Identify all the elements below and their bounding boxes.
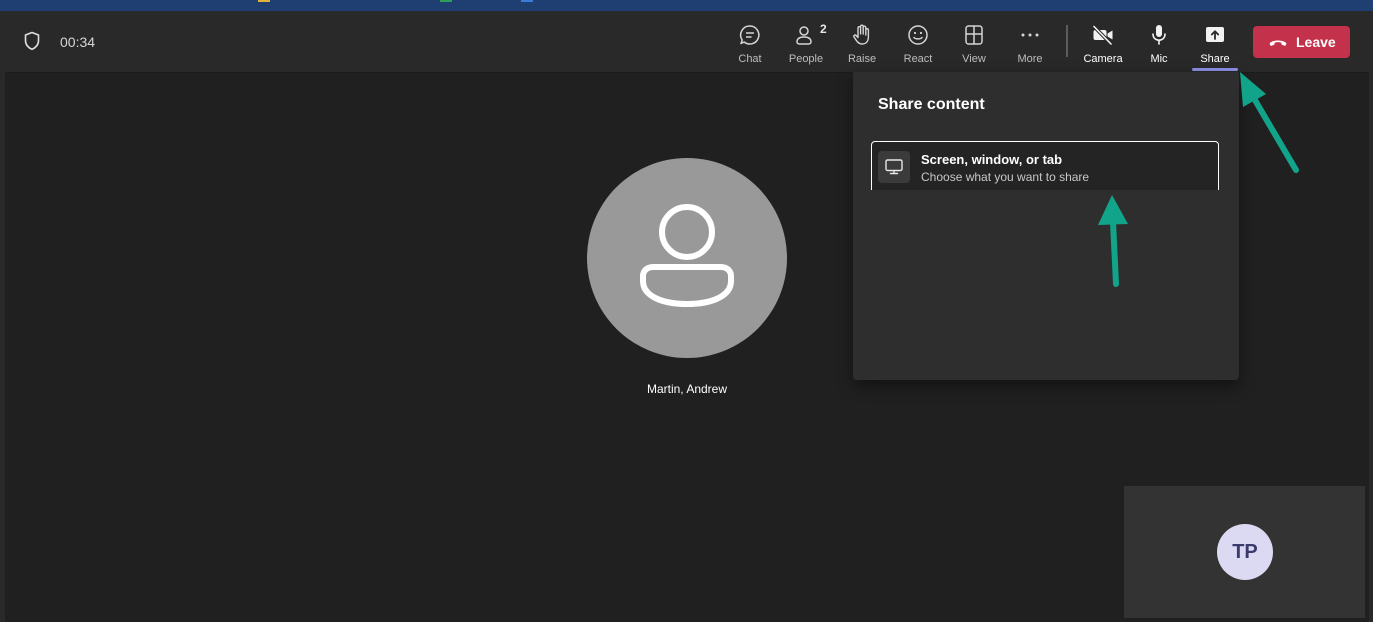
raise-hand-button[interactable]: Raise [834,19,890,67]
view-label: View [962,53,986,65]
share-button[interactable]: Share [1187,19,1243,67]
people-label: People [788,53,824,65]
people-button[interactable]: 2 People [778,19,834,67]
hang-up-icon [1268,35,1288,49]
camera-off-icon [1091,23,1115,47]
mic-label: Mic [1150,53,1168,65]
camera-label: Camera [1083,53,1123,65]
share-option-subtitle: Choose what you want to share [921,170,1090,184]
leave-label: Leave [1296,34,1336,50]
participant-name: Martin, Andrew [646,382,728,396]
react-button[interactable]: React [890,19,946,67]
taskbar-blip [521,0,533,2]
taskbar-blip [440,0,452,2]
self-avatar-initials: TP [1217,524,1273,580]
meeting-toolbar: 00:34 Chat 2 People Raise React View Mor… [5,11,1369,73]
view-button[interactable]: View [946,19,1002,67]
leave-button[interactable]: Leave [1253,26,1350,58]
share-tray-icon [1203,23,1227,47]
share-option-title: Screen, window, or tab [921,152,1063,167]
raise-label: Raise [847,53,877,65]
more-dots-icon [1018,23,1042,47]
hand-icon [850,23,874,47]
smiley-icon [906,23,930,47]
grid-view-icon [962,23,986,47]
chat-label: Chat [738,53,762,65]
more-button[interactable]: More [1002,19,1058,67]
share-panel-title: Share content [878,96,985,113]
chat-icon [738,23,762,47]
person-silhouette-icon [640,204,734,307]
toolbar-divider [1066,25,1068,57]
meeting-window: 00:34 Chat 2 People Raise React View Mor… [5,11,1369,622]
monitor-icon [878,151,910,183]
mic-icon [1147,23,1171,47]
shield-icon[interactable] [23,31,41,51]
more-label: More [1017,53,1043,65]
chat-button[interactable]: Chat [722,19,778,67]
self-view-tile[interactable]: TP [1124,486,1365,618]
window-top-strip [0,0,1373,11]
people-icon: 2 [794,22,827,47]
share-content-panel: Share content Screen, window, or tab Cho… [853,72,1239,380]
react-label: React [903,53,933,65]
people-count-badge: 2 [820,22,827,36]
taskbar-blip [258,0,270,2]
participant-avatar [587,158,787,358]
camera-button[interactable]: Camera [1075,19,1131,67]
mic-button[interactable]: Mic [1131,19,1187,67]
share-active-indicator [1192,68,1238,71]
meeting-timer: 00:34 [60,34,96,50]
share-screen-option[interactable]: Screen, window, or tab Choose what you w… [871,141,1219,190]
share-label: Share [1200,53,1230,65]
